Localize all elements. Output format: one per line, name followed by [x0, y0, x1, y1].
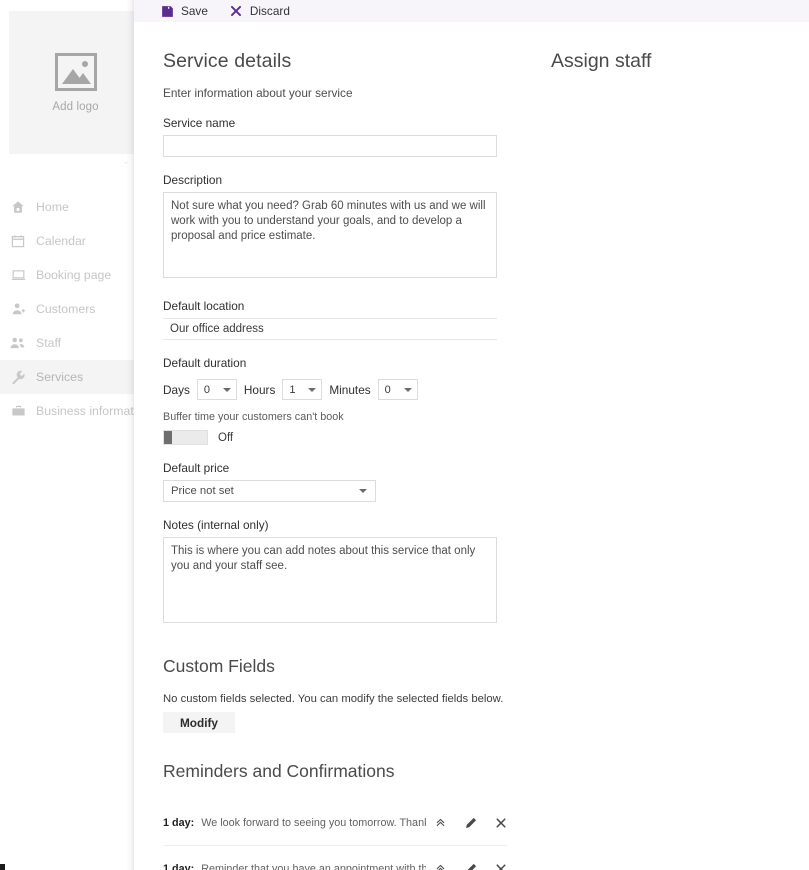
description-field: Description: [163, 173, 534, 283]
reminder-text: We look forward to seeing you tomorrow. …: [201, 816, 426, 829]
pencil-icon[interactable]: [464, 816, 477, 829]
home-icon: [9, 199, 27, 215]
sidebar-item-label: Calendar: [36, 234, 86, 248]
description-label: Description: [163, 173, 223, 187]
description-textarea[interactable]: [163, 192, 497, 278]
service-details-column: Service details Enter information about …: [134, 22, 534, 870]
minutes-label: Minutes: [329, 382, 371, 397]
app-root: Add logo ˇ Home Calendar Booking page Cu…: [0, 0, 809, 870]
minutes-value: 0: [384, 383, 391, 396]
days-label: Days: [163, 382, 190, 397]
buffer-time-toggle-row: Off: [163, 430, 534, 445]
save-icon: [161, 5, 174, 18]
discard-label: Discard: [249, 4, 290, 18]
chevron-down-icon: [222, 387, 231, 392]
close-icon: [230, 5, 243, 18]
page-title: Service details: [163, 50, 292, 72]
buffer-time-toggle[interactable]: [163, 430, 208, 445]
chevron-up-icon[interactable]: [434, 862, 447, 870]
reminder-when: 1 day:: [163, 816, 195, 829]
assign-staff-column: Assign staff: [534, 22, 809, 870]
default-location-field: Default location: [163, 299, 534, 340]
default-price-select[interactable]: Price not set: [163, 480, 376, 502]
reminder-actions: [426, 862, 507, 870]
add-logo-label: Add logo: [52, 100, 99, 113]
sidebar-item-label: Services: [36, 370, 84, 384]
default-duration-field: Default duration Days 0 Hours 1 Minutes: [163, 356, 534, 400]
sidebar-item-label: Customers: [36, 302, 96, 316]
reminders-title: Reminders and Confirmations: [163, 761, 395, 781]
default-duration-label: Default duration: [163, 356, 247, 370]
toggle-thumb: [164, 431, 172, 444]
service-name-input[interactable]: [163, 135, 497, 157]
buffer-time-caption: Buffer time your customers can't book: [163, 411, 344, 423]
sidebar-item-label: Home: [36, 200, 69, 214]
default-price-value: Price not set: [171, 485, 234, 497]
add-logo-tile[interactable]: Add logo: [9, 11, 142, 154]
close-icon[interactable]: [494, 816, 507, 829]
save-button[interactable]: Save: [161, 0, 208, 22]
default-price-label: Default price: [163, 461, 230, 475]
command-bar: Save Discard: [134, 0, 809, 22]
sidebar-item-label: Staff: [36, 336, 62, 350]
modify-button[interactable]: Modify: [163, 712, 235, 733]
sidebar-item-calendar[interactable]: Calendar: [0, 224, 134, 258]
minutes-dropdown[interactable]: 0: [377, 379, 418, 400]
chevron-down-icon: [403, 387, 412, 392]
service-name-label: Service name: [163, 116, 236, 130]
left-navigation: Add logo ˇ Home Calendar Booking page Cu…: [0, 0, 150, 870]
sidebar-item-customers[interactable]: Customers: [0, 292, 134, 326]
hours-value: 1: [289, 383, 296, 396]
assign-staff-title: Assign staff: [551, 50, 652, 72]
close-icon[interactable]: [494, 862, 507, 870]
sidebar-item-label: Booking page: [36, 268, 112, 282]
save-label: Save: [181, 4, 208, 18]
days-value: 0: [203, 383, 211, 396]
chevron-up-icon[interactable]: [434, 816, 447, 829]
service-editor-panel: Save Discard Service details Enter infor…: [134, 0, 809, 870]
sidebar-item-booking-page[interactable]: Booking page: [0, 258, 134, 292]
default-location-label: Default location: [163, 299, 245, 313]
panel-columns: Service details Enter information about …: [134, 22, 809, 870]
calendar-icon: [9, 233, 27, 249]
reminder-row[interactable]: 1 day: We look forward to seeing you tom…: [163, 800, 507, 846]
notes-label: Notes (internal only): [163, 518, 269, 532]
reminder-when: 1 day:: [163, 862, 195, 870]
custom-fields-title: Custom Fields: [163, 656, 275, 676]
discard-button[interactable]: Discard: [230, 0, 290, 22]
image-placeholder-icon: [54, 52, 97, 91]
person-add-icon: [9, 301, 27, 317]
days-dropdown[interactable]: 0: [196, 379, 237, 400]
sidebar-item-business-information[interactable]: Business information: [0, 394, 150, 428]
sidebar-item-staff[interactable]: Staff: [0, 326, 134, 360]
reminder-actions: [426, 816, 507, 829]
pencil-icon[interactable]: [464, 862, 477, 870]
nav-list: Home Calendar Booking page Customers Sta…: [0, 190, 150, 428]
laptop-icon: [9, 267, 27, 283]
reminder-row[interactable]: 1 day: Reminder that you have an appoint…: [163, 846, 507, 870]
sidebar-item-home[interactable]: Home: [0, 190, 134, 224]
wrench-icon: [9, 369, 27, 385]
notes-textarea[interactable]: [163, 537, 497, 623]
reminders-list: 1 day: We look forward to seeing you tom…: [163, 800, 507, 870]
default-price-field: Default price Price not set: [163, 461, 534, 502]
sidebar-item-services[interactable]: Services: [0, 360, 134, 394]
chevron-down-icon: [308, 387, 317, 392]
duration-controls: Days 0 Hours 1 Minutes 0: [163, 379, 534, 400]
people-icon: [9, 335, 27, 351]
hours-dropdown[interactable]: 1: [282, 379, 323, 400]
corner-marker: [0, 864, 5, 870]
default-location-input[interactable]: [163, 318, 497, 340]
hours-label: Hours: [243, 382, 276, 397]
chevron-down-icon: [359, 489, 367, 493]
page-subtitle: Enter information about your service: [163, 86, 353, 100]
custom-fields-empty-text: No custom fields selected. You can modif…: [163, 693, 504, 705]
buffer-time-state-label: Off: [218, 431, 234, 444]
briefcase-icon: [9, 403, 27, 419]
notes-field: Notes (internal only): [163, 518, 534, 628]
reminder-text: Reminder that you have an appointment wi…: [201, 862, 426, 870]
service-name-field: Service name: [163, 116, 534, 157]
